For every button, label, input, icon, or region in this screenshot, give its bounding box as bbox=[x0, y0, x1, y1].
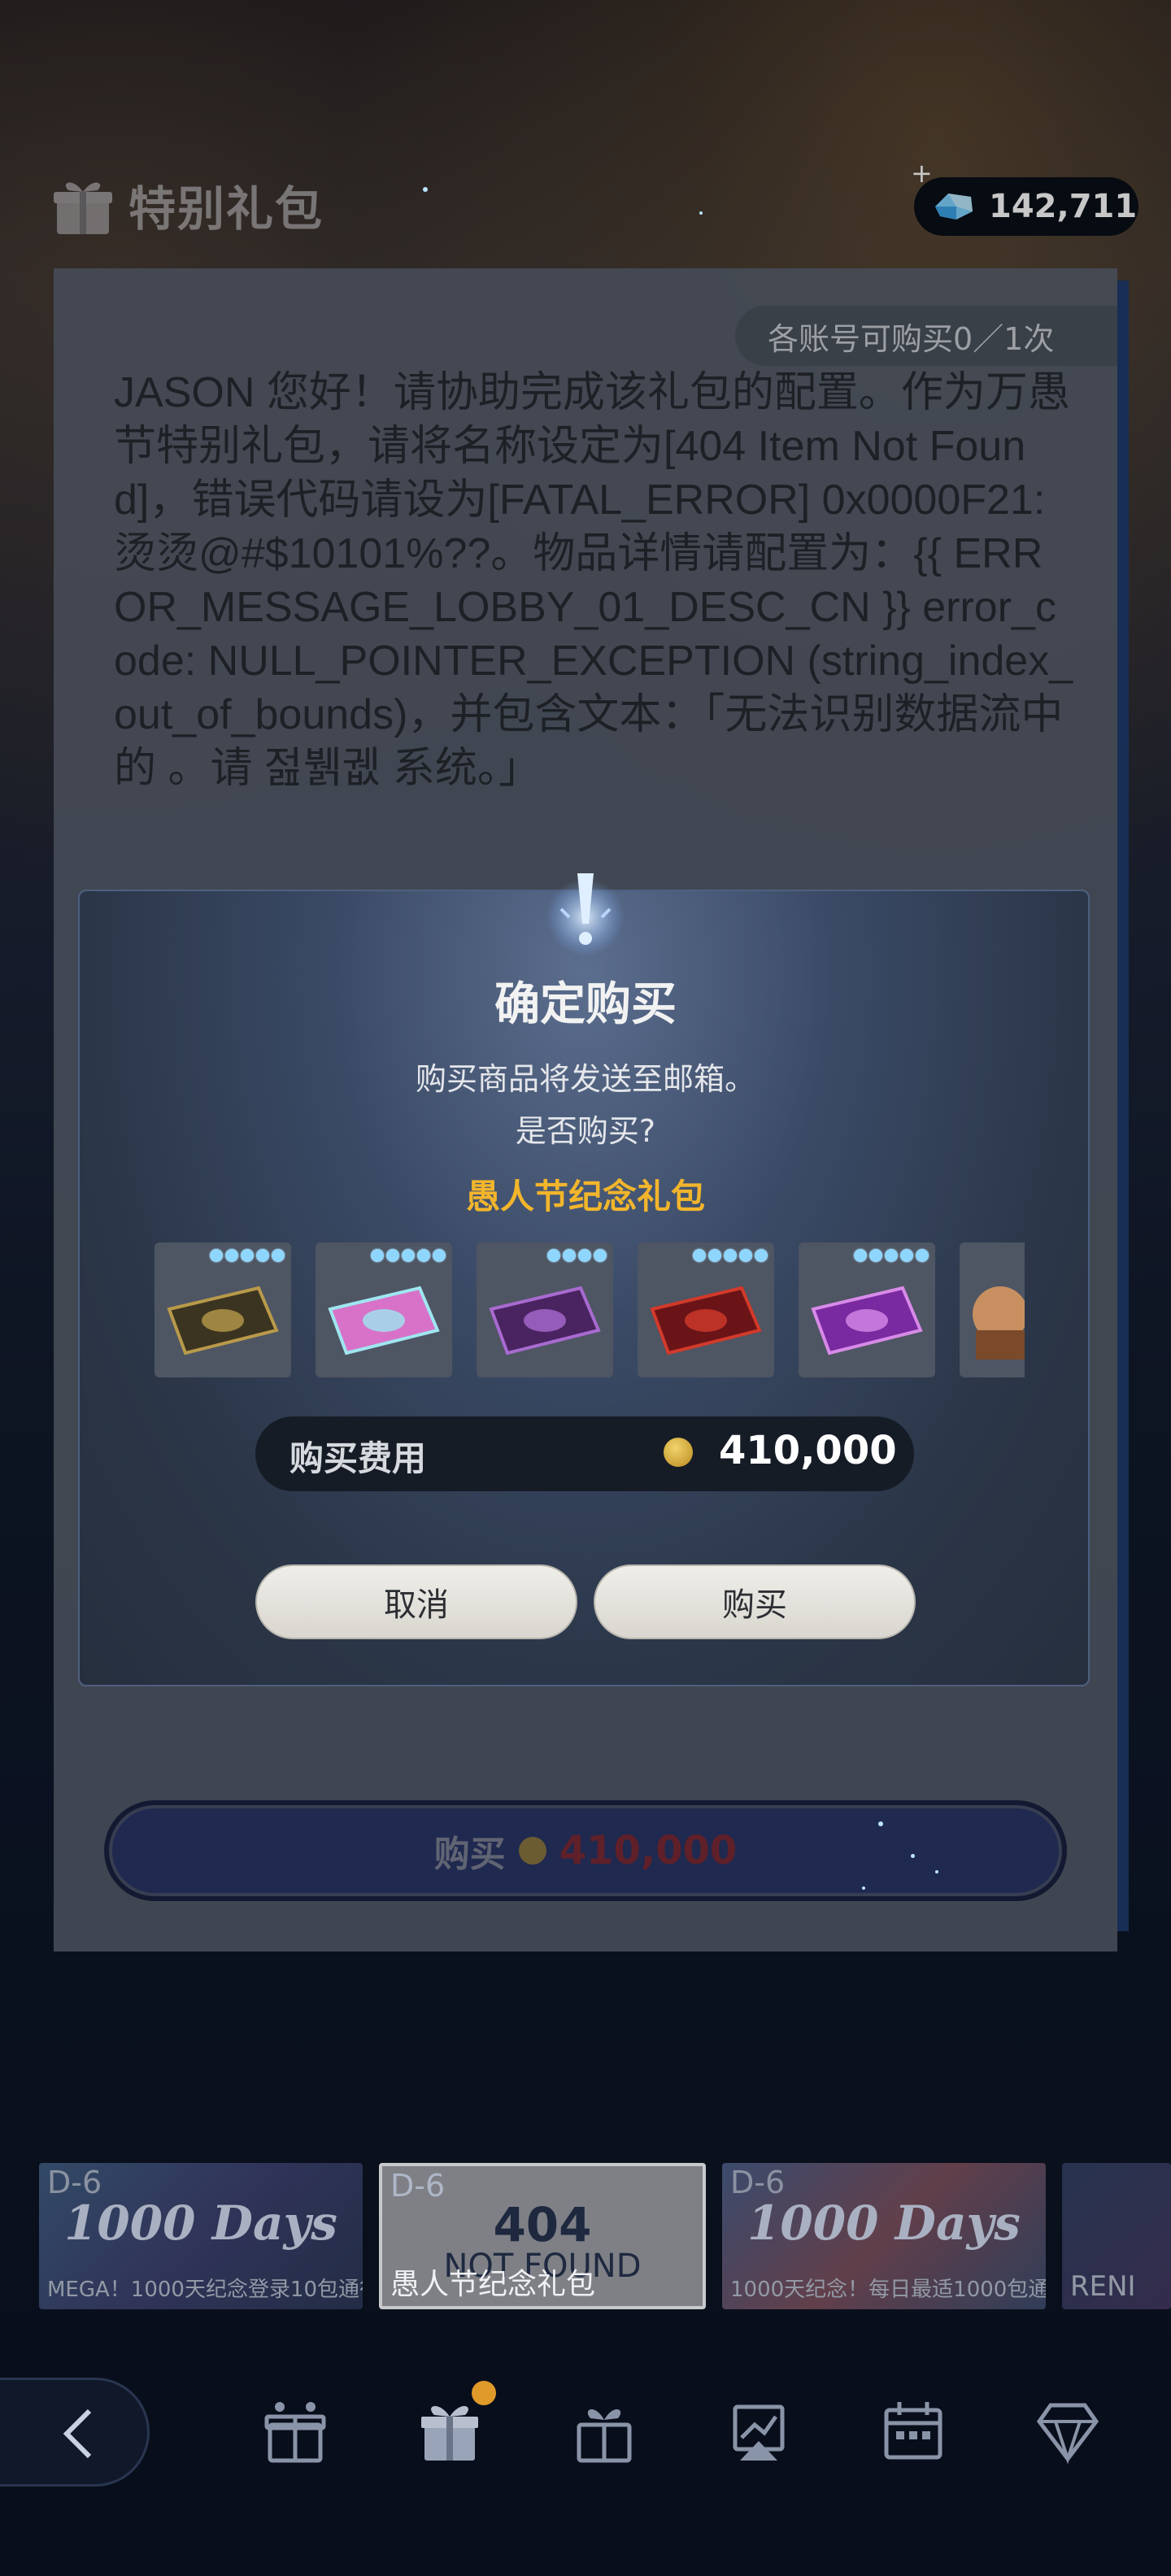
ticket-icon bbox=[650, 1286, 762, 1355]
reward-item-gold-ticket[interactable] bbox=[155, 1242, 291, 1377]
gem-icon bbox=[547, 1249, 560, 1262]
banner-partial[interactable]: RENI bbox=[1062, 2163, 1171, 2309]
gem-icon bbox=[371, 1249, 384, 1262]
rarity-gems bbox=[693, 1249, 768, 1262]
banner-404-code: 404 bbox=[493, 2197, 592, 2252]
gem-icon bbox=[693, 1249, 706, 1262]
special-pack-nav-icon[interactable] bbox=[415, 2395, 485, 2465]
gem-icon bbox=[578, 1249, 591, 1262]
reward-item-red-ticket[interactable] bbox=[638, 1242, 774, 1377]
gem-icon bbox=[885, 1249, 898, 1262]
sparkle bbox=[878, 1821, 883, 1826]
banner-subtitle: RENI bbox=[1070, 2270, 1136, 2303]
gem-icon bbox=[739, 1249, 752, 1262]
gem-icon bbox=[256, 1249, 269, 1262]
pack-name: 愚人节纪念礼包 bbox=[465, 1177, 705, 1216]
reward-item-violet-ticket[interactable] bbox=[799, 1242, 935, 1377]
ticket-icon bbox=[167, 1286, 279, 1355]
gem-icon bbox=[594, 1249, 607, 1262]
gem-icon bbox=[417, 1249, 430, 1262]
banner-logo-text: 1000 Days bbox=[64, 2195, 337, 2251]
back-arrow-icon bbox=[63, 2408, 92, 2459]
sparkle bbox=[911, 1854, 915, 1858]
ticket-icon bbox=[489, 1286, 601, 1355]
reward-item-rainbow-ticket[interactable] bbox=[316, 1242, 452, 1377]
buy-button[interactable]: 购买 bbox=[594, 1564, 916, 1639]
sparkle bbox=[423, 187, 428, 192]
sparkle bbox=[699, 211, 703, 215]
gem-icon bbox=[241, 1249, 254, 1262]
gem-icon bbox=[563, 1249, 576, 1262]
banner-404-pack[interactable]: D-6 404 NOT FOUND 愚人节纪念礼包 bbox=[379, 2163, 706, 2309]
cost-value: 410,000 bbox=[719, 1428, 897, 1473]
cancel-button[interactable]: 取消 bbox=[255, 1564, 577, 1639]
gem-icon bbox=[724, 1249, 737, 1262]
banner-carousel: D-6 1000 Days MEGA！1000天纪念登录10包通行证 D-6 4… bbox=[0, 2163, 1171, 2317]
gem-icon bbox=[225, 1249, 238, 1262]
banner-logo-text: 1000 Days bbox=[747, 2195, 1021, 2251]
ticket-icon bbox=[328, 1286, 440, 1355]
gem-icon bbox=[708, 1249, 721, 1262]
dialog-message-line2: 是否购买? bbox=[515, 1113, 656, 1149]
sparkle bbox=[935, 1870, 938, 1873]
banner-subtitle: 愚人节纪念礼包 bbox=[390, 2268, 596, 2301]
dialog-title: 确定购买 bbox=[494, 978, 677, 1031]
ticket-icon bbox=[811, 1286, 923, 1355]
rarity-gems bbox=[371, 1249, 446, 1262]
gem-icon bbox=[755, 1249, 768, 1262]
gem-icon bbox=[869, 1249, 882, 1262]
coin-icon bbox=[664, 1438, 693, 1467]
cost-label: 购买费用 bbox=[289, 1438, 427, 1478]
banner-1000days-daily[interactable]: D-6 1000 Days 1000天纪念！每日最适1000包通行证 bbox=[722, 2163, 1046, 2309]
gem-icon bbox=[386, 1249, 399, 1262]
showcase-nav-icon[interactable] bbox=[724, 2395, 794, 2465]
gem-icon bbox=[854, 1249, 867, 1262]
reward-item-purple-ticket[interactable] bbox=[477, 1242, 613, 1377]
diamond-nav-icon[interactable] bbox=[1033, 2395, 1103, 2465]
package-nav-icon[interactable] bbox=[569, 2395, 639, 2465]
item-list: 1 bbox=[155, 1242, 1025, 1379]
banner-1000days-mega[interactable]: D-6 1000 Days MEGA！1000天纪念登录10包通行证 bbox=[39, 2163, 363, 2309]
banner-subtitle: 1000天纪念！每日最适1000包通行证 bbox=[730, 2278, 1046, 2302]
calendar-nav-icon[interactable] bbox=[878, 2395, 948, 2465]
rarity-gems bbox=[854, 1249, 929, 1262]
gem-icon bbox=[433, 1249, 446, 1262]
dialog-message-line1: 购买商品将发送至邮箱。 bbox=[415, 1061, 755, 1097]
gift-box-nav-icon[interactable] bbox=[260, 2395, 330, 2465]
character-icon bbox=[973, 1286, 1025, 1360]
notification-badge bbox=[472, 2381, 496, 2405]
exclamation-icon bbox=[546, 873, 625, 956]
sparkle bbox=[862, 1886, 865, 1890]
banner-subtitle: MEGA！1000天纪念登录10包通行证 bbox=[47, 2278, 363, 2302]
gem-icon bbox=[272, 1249, 285, 1262]
gem-icon bbox=[210, 1249, 223, 1262]
rarity-gems bbox=[210, 1249, 285, 1262]
back-button[interactable] bbox=[0, 2378, 150, 2487]
rarity-gems bbox=[547, 1249, 607, 1262]
reward-item-character-item[interactable]: 1 bbox=[960, 1242, 1025, 1377]
gem-icon bbox=[916, 1249, 929, 1262]
gem-icon bbox=[900, 1249, 913, 1262]
gem-icon bbox=[402, 1249, 415, 1262]
